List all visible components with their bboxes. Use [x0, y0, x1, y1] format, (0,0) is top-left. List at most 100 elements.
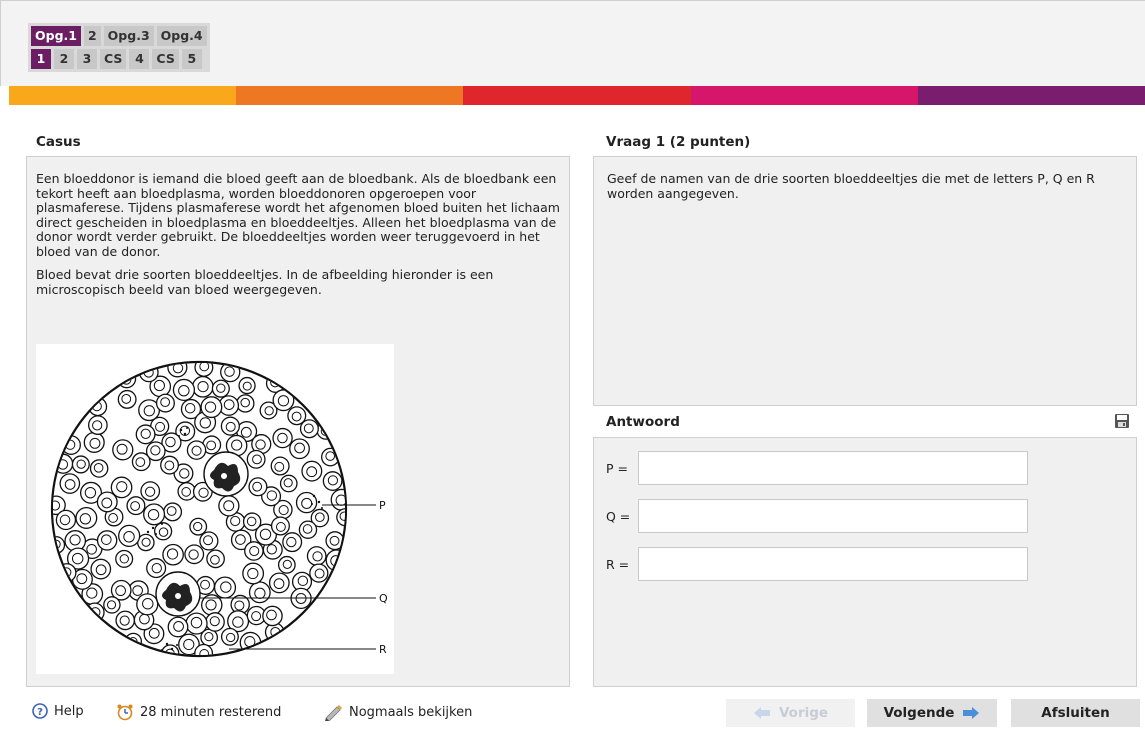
pencil-icon — [325, 705, 342, 721]
red-blood-cell-center — [240, 397, 250, 408]
red-blood-cell-center — [246, 516, 257, 527]
white-blood-cell — [203, 451, 249, 497]
red-blood-cell-center — [143, 405, 155, 417]
answer-input-q[interactable] — [638, 499, 1028, 533]
red-blood-cell-center — [200, 579, 211, 590]
red-blood-cell-center — [223, 399, 235, 410]
red-blood-cell-center — [204, 401, 217, 413]
red-blood-cell-center — [216, 383, 226, 393]
color-segment-4 — [690, 86, 918, 105]
red-blood-cell-center — [153, 379, 165, 392]
tab-question-1[interactable]: 1 — [31, 49, 51, 69]
red-blood-cell-center — [142, 598, 154, 610]
color-bar — [9, 86, 1145, 105]
next-button[interactable]: Volgende — [867, 699, 997, 727]
tab-casus-2[interactable]: CS — [152, 49, 179, 69]
red-blood-cell-center — [106, 600, 117, 610]
red-blood-cell-center — [274, 461, 285, 472]
answer-input-p[interactable] — [638, 451, 1028, 485]
casus-title: Casus — [36, 134, 81, 150]
red-blood-cell-center — [164, 460, 175, 471]
red-blood-cell-center — [223, 500, 235, 512]
red-blood-cell-center — [119, 615, 130, 626]
red-blood-cell-center — [282, 559, 292, 569]
red-blood-cell-center — [130, 501, 141, 511]
red-blood-cell-center — [144, 486, 156, 497]
red-blood-cell-center — [123, 531, 135, 543]
red-blood-cell-center — [266, 544, 277, 555]
red-blood-cell-center — [141, 537, 151, 547]
red-blood-cell-center — [166, 548, 179, 560]
blood-cells-illustration: P Q R — [50, 360, 388, 658]
red-blood-cell-center — [230, 515, 241, 527]
red-blood-cell-center — [139, 613, 150, 625]
finish-label: Afsluiten — [1041, 705, 1110, 721]
label-p: P — [379, 499, 386, 512]
red-blood-cell-center — [273, 578, 285, 590]
red-blood-cell-center — [197, 381, 209, 393]
red-blood-cell-center — [252, 481, 263, 492]
red-blood-cell-center — [302, 524, 313, 534]
red-blood-cell-center — [220, 581, 232, 593]
red-blood-cell-center — [266, 609, 277, 621]
time-remaining-label: 28 minuten resterend — [140, 704, 282, 720]
tab-question-5[interactable]: 5 — [181, 49, 202, 69]
red-blood-cell-center — [297, 575, 309, 587]
red-blood-cell-center — [121, 393, 132, 404]
red-blood-cell-center — [178, 384, 190, 397]
red-blood-cell-center — [193, 521, 203, 532]
tab-opg-3[interactable]: Opg.3 — [103, 26, 154, 46]
color-segment-5 — [917, 86, 1145, 105]
color-segment-1 — [9, 86, 237, 105]
tab-casus-1[interactable]: CS — [100, 49, 127, 69]
red-blood-cell-center — [225, 632, 236, 643]
red-blood-cell-center — [198, 487, 209, 498]
top-navigation-bar: Opg.1 2 Opg.3 Opg.4 1 2 3 CS 4 CS 5 — [0, 0, 1145, 86]
red-blood-cell-center — [183, 638, 195, 651]
red-blood-cell-center — [209, 616, 220, 627]
tab-opg-1[interactable]: Opg.1 — [31, 26, 81, 46]
red-blood-cell-center — [158, 527, 169, 537]
red-blood-cell-center — [306, 466, 318, 478]
red-blood-cell-center — [84, 486, 97, 499]
review-link[interactable]: Nogmaals bekijken — [323, 703, 472, 721]
red-blood-cell-center — [116, 443, 128, 455]
red-blood-cell-center — [278, 505, 289, 516]
red-blood-cell-center — [92, 420, 103, 431]
question-tabs: 1 2 3 CS 4 CS 5 — [31, 49, 207, 69]
answer-label-q: Q = — [606, 508, 631, 524]
red-blood-cell-center — [95, 564, 107, 576]
red-blood-cell-center — [251, 611, 262, 622]
red-blood-cell-center — [166, 506, 177, 516]
red-blood-cell-center — [79, 513, 92, 525]
red-blood-cell-center — [275, 521, 286, 532]
time-remaining: 28 minuten resterend — [116, 703, 281, 721]
previous-button[interactable]: Vorige — [726, 699, 855, 727]
red-blood-cell-center — [86, 587, 98, 599]
red-blood-cell-center — [301, 497, 313, 509]
tab-opg-4[interactable]: Opg.4 — [156, 26, 207, 46]
red-blood-cell-center — [147, 508, 160, 521]
red-blood-cell-center — [225, 421, 236, 432]
red-blood-cell-center — [119, 554, 129, 564]
red-blood-cell-center — [86, 543, 97, 555]
save-icon[interactable] — [1114, 413, 1130, 429]
tab-question-2[interactable]: 2 — [54, 49, 74, 69]
red-blood-cell-center — [165, 436, 176, 448]
red-blood-cell-center — [314, 568, 325, 579]
red-blood-cell-center — [205, 599, 217, 611]
alarm-clock-icon — [117, 704, 133, 721]
red-blood-cell-center — [203, 535, 214, 546]
question-title: Vraag 1 (2 punten) — [606, 134, 751, 150]
red-blood-cell-center — [235, 534, 246, 545]
tab-question-3[interactable]: 3 — [77, 49, 97, 69]
red-blood-cell-center — [101, 497, 113, 509]
answer-input-r[interactable] — [638, 547, 1028, 581]
help-link[interactable]: ? Help — [32, 703, 84, 719]
tab-opg-2[interactable]: 2 — [83, 26, 101, 46]
tab-question-4[interactable]: 4 — [129, 49, 150, 69]
red-blood-cell-center — [155, 421, 166, 432]
red-blood-cell-center — [277, 395, 290, 407]
red-blood-cell-center — [173, 621, 184, 632]
finish-button[interactable]: Afsluiten — [1011, 699, 1140, 727]
